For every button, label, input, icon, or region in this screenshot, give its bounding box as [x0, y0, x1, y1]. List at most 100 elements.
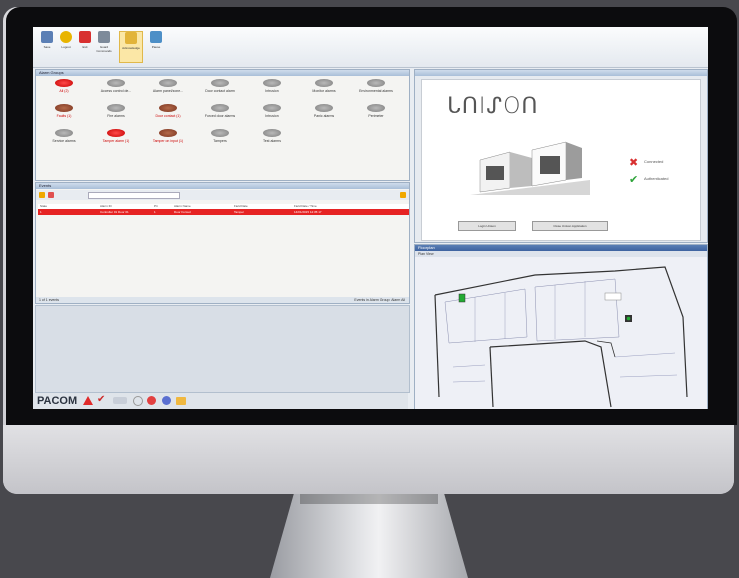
alarm-group-label: Test alarms: [263, 139, 281, 143]
folder-icon[interactable]: [176, 397, 186, 405]
empty-panel: [35, 305, 410, 393]
alarm-group-label: Service alarms: [52, 139, 76, 143]
panel-title: Events: [36, 183, 409, 189]
alarm-group-tile[interactable]: Service alarms: [40, 129, 88, 153]
ribbon-button-acknowledge[interactable]: Acknowledge: [119, 31, 143, 63]
screen: Save Logout Exit Guard Commands Acknowle…: [33, 27, 708, 409]
cross-icon: ✖: [629, 156, 639, 169]
alarm-group-label: Tamper on input (1): [152, 139, 184, 143]
alarm-group-tile[interactable]: Perimeter: [352, 104, 400, 128]
alarm-group-tile[interactable]: Tampers: [196, 129, 244, 153]
alarm-indicator-icon: [159, 129, 177, 137]
alarm-indicator-icon: [159, 79, 177, 87]
alarm-group-tile[interactable]: Faults (1): [40, 104, 88, 128]
ribbon-button-save[interactable]: Save: [37, 31, 57, 59]
alarm-group-label: Perimeter: [368, 114, 384, 118]
alarm-group-label: Access control de...: [100, 89, 132, 93]
alarm-group-label: Environmental alarms: [359, 89, 393, 93]
alarm-group-tile[interactable]: Monitor alarms: [300, 79, 348, 103]
ribbon-button-logout[interactable]: Logout: [56, 31, 76, 59]
events-toolbar: [36, 190, 409, 200]
alarm-group-label: Intrusion: [265, 114, 279, 118]
alarm-group-label: Fire alarms: [107, 114, 125, 118]
alarm-indicator-icon: [211, 79, 229, 87]
alarm-group-tile[interactable]: Fire alarms: [92, 104, 140, 128]
table-cell: Tamper: [234, 210, 245, 214]
building-image: [470, 141, 590, 195]
alarm-group-tile[interactable]: Door contact alarm: [196, 79, 244, 103]
events-panel: Events State Alarm ID Pri Alarm Name Fie…: [35, 182, 410, 304]
ribbon-button-guard[interactable]: Guard Commands: [94, 31, 114, 59]
search-input[interactable]: [88, 192, 180, 199]
logout-icon: [60, 31, 72, 43]
table-cell: Controller 01 Door 01: [100, 210, 129, 214]
alarm-group-tile[interactable]: Panic alarms: [300, 104, 348, 128]
alarm-group-tile[interactable]: Environmental alarms: [352, 79, 400, 103]
table-row[interactable]: 1 Controller 01 Door 01 1 Door Forced Ta…: [38, 209, 409, 215]
alarm-group-tile[interactable]: Alarm panel/zone...: [144, 79, 192, 103]
alarm-group-label: Intrusion: [265, 89, 279, 93]
floorplan-map[interactable]: [415, 257, 707, 409]
alarm-group-label: Monitor alarms: [312, 89, 336, 93]
alarm-indicator-icon: [107, 79, 125, 87]
login-button[interactable]: Login Unison: [458, 221, 516, 231]
stop-icon[interactable]: [147, 396, 156, 405]
device-marker: [458, 293, 466, 303]
alarm-group-tile[interactable]: Intrusion: [248, 104, 296, 128]
table-cell: Door Forced: [174, 210, 191, 214]
close-icon[interactable]: [400, 192, 406, 198]
alarm-group-label: Faults (1): [56, 114, 72, 118]
status-label: Authenticated: [644, 176, 669, 181]
ribbon-button-pause[interactable]: Pause: [146, 31, 166, 59]
alarm-group-tile[interactable]: Access control de...: [92, 79, 140, 103]
alarm-indicator-icon: [315, 79, 333, 87]
alarm-group-label: All (2): [59, 89, 69, 93]
floorplan-panel: Floorplan Plan View: [414, 244, 708, 409]
alarm-group-label: Door contact alarm: [205, 89, 235, 93]
monitor-stand: [270, 494, 468, 578]
alarm-group-tile[interactable]: Tamper alarm (1): [92, 129, 140, 153]
exit-icon: [79, 31, 91, 43]
alarm-group-label: Alarm panel/zone...: [152, 89, 184, 93]
filter-icon[interactable]: [39, 192, 45, 198]
alarm-indicator-icon: [367, 104, 385, 112]
alarm-indicator-icon: [55, 79, 73, 87]
alarm-indicator-icon: [55, 104, 73, 112]
taskbar: PACOM ✔: [33, 393, 408, 409]
alarm-group-label: Tamper alarm (1): [102, 139, 130, 143]
table-cell: 14/01/2015 12:35:17: [294, 210, 322, 214]
alarm-group-label: Panic alarms: [313, 114, 335, 118]
login-panel: ᒐᑎIᔑOᑎ ✖ Connected ✔ Authenticated Login…: [414, 69, 708, 243]
close-application-button[interactable]: Close Unison Application: [532, 221, 608, 231]
alarm-group-label: Forced door alarms: [204, 114, 236, 118]
alarm-group-tile[interactable]: Intrusion: [248, 79, 296, 103]
acknowledge-icon: [125, 32, 137, 44]
alarm-group-tile[interactable]: Tamper on input (1): [144, 129, 192, 153]
lock-icon[interactable]: [113, 397, 127, 404]
alarm-group-label: Door contact (1): [155, 114, 181, 118]
pause-icon: [150, 31, 162, 43]
alarm-indicator-icon: [55, 129, 73, 137]
alarm-indicator-icon: [315, 104, 333, 112]
ribbon-button-exit[interactable]: Exit: [75, 31, 95, 59]
alarm-group-tile[interactable]: Test alarms: [248, 129, 296, 153]
pacom-logo: PACOM: [37, 395, 78, 407]
alarm-group-tile[interactable]: Forced door alarms: [196, 104, 244, 128]
alarm-group-tile[interactable]: Door contact (1): [144, 104, 192, 128]
alarm-indicator-icon: [211, 104, 229, 112]
monitor-chin: [3, 425, 734, 494]
check-icon[interactable]: ✔: [97, 394, 105, 405]
events-group-status: Events in Alarm Group: Alarm All: [354, 298, 405, 302]
acknowledge-icon[interactable]: [48, 192, 54, 198]
alarm-indicator-icon: [107, 129, 125, 137]
search-icon[interactable]: [133, 396, 143, 406]
alarm-group-label: Tampers: [213, 139, 227, 143]
alarm-group-tile[interactable]: All (2): [40, 79, 88, 103]
status-label: Connected: [644, 159, 664, 164]
alarm-indicator-icon: [263, 104, 281, 112]
globe-icon[interactable]: [162, 396, 171, 405]
warning-icon[interactable]: [83, 396, 93, 405]
alarm-indicator-icon: [159, 104, 177, 112]
events-status-bar: 1 of 1 events Events in Alarm Group: Ala…: [36, 297, 409, 303]
check-icon: ✔: [629, 173, 639, 186]
